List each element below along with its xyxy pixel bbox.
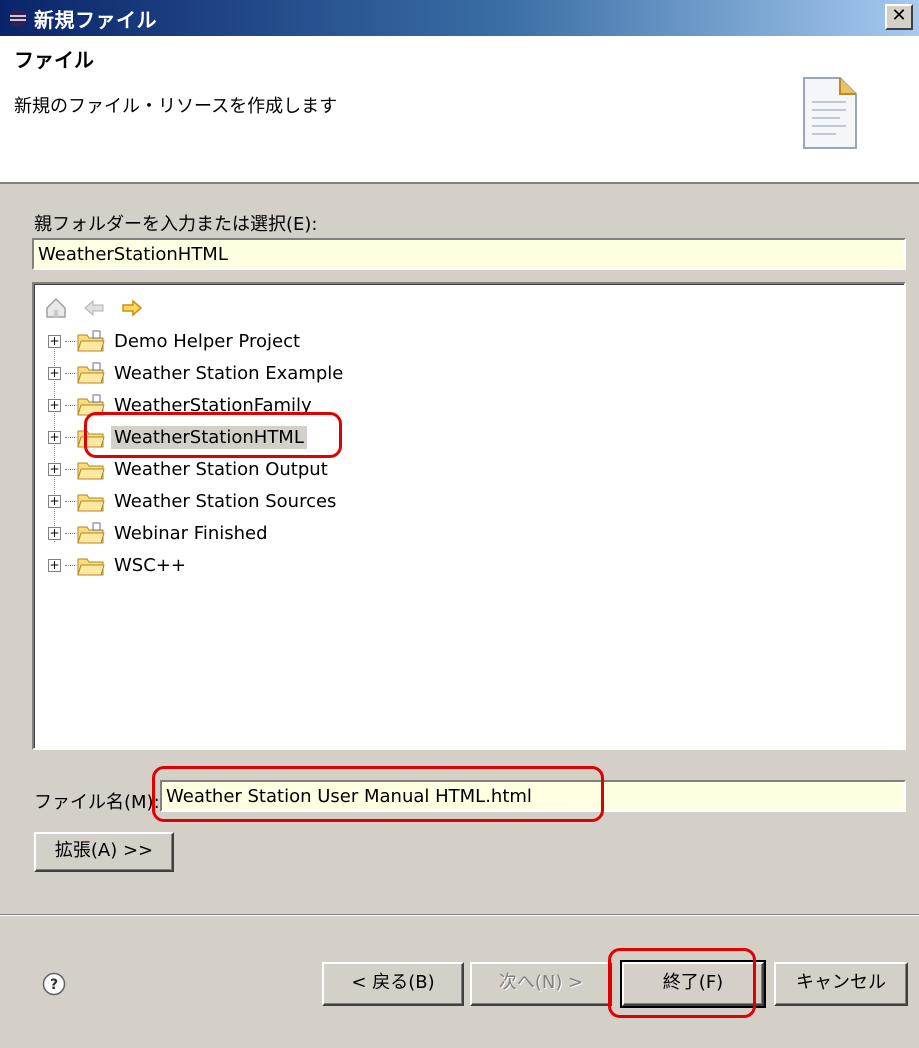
expand-icon[interactable]: + [48, 494, 61, 508]
tree-item-label: WSC++ [114, 554, 186, 576]
tree-item[interactable]: + Weather Station Example [48, 358, 346, 388]
folder-icon [77, 462, 105, 480]
project-folder-icon [77, 330, 105, 352]
folder-tree[interactable]: + Demo Helper Project + Weather Station … [32, 282, 906, 750]
svg-text:?: ? [50, 977, 58, 993]
expand-icon[interactable]: + [48, 558, 61, 572]
help-icon[interactable]: ? [42, 972, 66, 996]
expand-icon[interactable]: + [48, 430, 61, 444]
expand-icon[interactable]: + [48, 334, 61, 348]
new-file-dialog: 新規ファイル ✕ ファイル 新規のファイル・リソースを作成します 親フォルダーを… [0, 0, 919, 1048]
page-description: 新規のファイル・リソースを作成します [14, 96, 338, 117]
tree-item-label: Weather Station Example [114, 362, 344, 384]
forward-arrow-icon[interactable] [120, 296, 144, 320]
expand-icon[interactable]: + [48, 526, 61, 540]
title-bar[interactable]: 新規ファイル ✕ [0, 0, 919, 36]
window-title: 新規ファイル [34, 7, 157, 32]
eclipse-icon [8, 8, 28, 28]
new-file-icon [800, 76, 860, 155]
home-icon[interactable] [44, 296, 68, 320]
tree-item[interactable]: + Webinar Finished [48, 518, 271, 548]
tree-item[interactable]: + WSC++ [48, 550, 189, 580]
tree-item-label: Weather Station Output [114, 458, 328, 480]
folder-icon [77, 494, 105, 512]
wizard-header: ファイル 新規のファイル・リソースを作成します [0, 36, 919, 184]
parent-folder-label: 親フォルダーを入力または選択(E): [34, 214, 318, 235]
close-icon: ✕ [891, 5, 907, 26]
tree-item-label: Webinar Finished [114, 522, 268, 544]
cancel-button[interactable]: キャンセル [774, 962, 908, 1006]
button-bar-separator [0, 914, 919, 916]
back-arrow-icon[interactable] [82, 296, 106, 320]
tree-item[interactable]: + Weather Station Output [48, 454, 331, 484]
folder-icon [77, 558, 105, 576]
filename-label: ファイル名(M): [34, 792, 160, 813]
tree-item[interactable]: + Demo Helper Project [48, 326, 303, 356]
project-folder-icon [77, 362, 105, 384]
close-button[interactable]: ✕ [885, 4, 913, 30]
parent-folder-input[interactable]: WeatherStationHTML [32, 238, 906, 270]
next-button[interactable]: 次へ(N) > [470, 962, 612, 1006]
advanced-button[interactable]: 拡張(A) >> [34, 832, 174, 872]
annotation-highlight-finish [608, 948, 756, 1018]
annotation-highlight-folder [84, 412, 342, 458]
page-title: ファイル [14, 48, 94, 72]
expand-icon[interactable]: + [48, 462, 61, 476]
tree-toolbar [44, 294, 144, 322]
tree-item[interactable]: + Weather Station Sources [48, 486, 339, 516]
tree-item-label: Weather Station Sources [114, 490, 337, 512]
annotation-highlight-filename [152, 766, 604, 822]
expand-icon[interactable]: + [48, 398, 61, 412]
expand-icon[interactable]: + [48, 366, 61, 380]
tree-item-label: Demo Helper Project [114, 330, 301, 352]
back-button[interactable]: < 戻る(B) [322, 962, 464, 1006]
project-folder-icon [77, 522, 105, 544]
